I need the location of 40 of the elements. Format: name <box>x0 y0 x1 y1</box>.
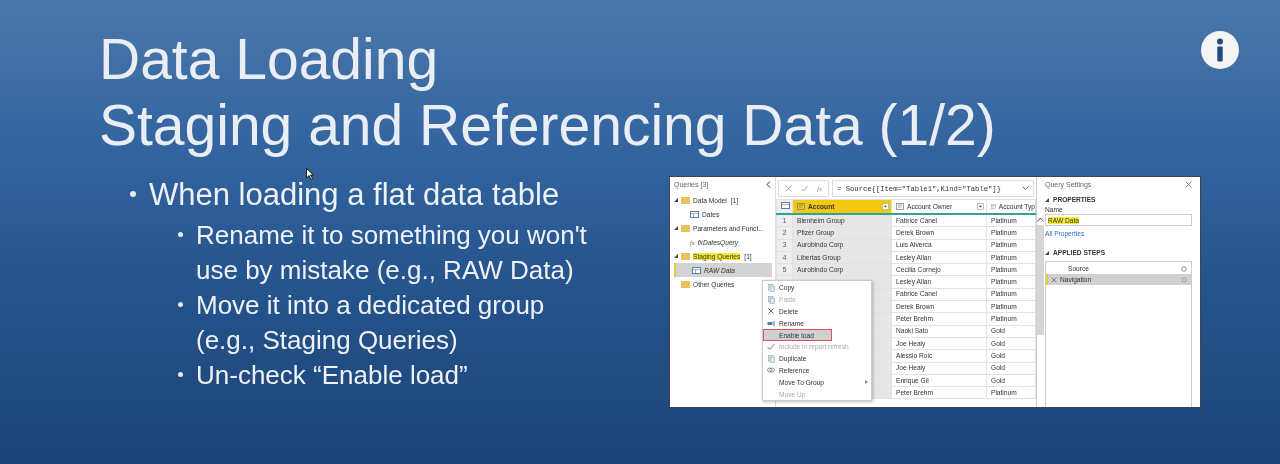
copy-icon <box>767 283 775 292</box>
bullet-icon <box>130 191 136 197</box>
folder-icon <box>681 196 690 204</box>
expand-triangle-icon[interactable] <box>1045 197 1049 202</box>
bullet-icon <box>178 372 183 377</box>
link-icon <box>767 367 775 374</box>
copy-icon <box>767 295 775 304</box>
column-dropdown-icon[interactable] <box>882 203 889 210</box>
folder-icon <box>681 252 690 260</box>
copy-icon <box>767 354 775 363</box>
folder-icon <box>681 280 690 288</box>
checkmark-icon[interactable] <box>801 185 808 192</box>
expand-triangle-icon[interactable] <box>674 198 678 202</box>
scroll-up-icon[interactable] <box>1036 217 1044 222</box>
bullet-text: Un-check “Enable load” <box>196 359 468 392</box>
bullet-text: When loading a flat data table <box>149 176 560 214</box>
close-icon[interactable] <box>1185 181 1192 188</box>
text-type-icon <box>896 203 904 210</box>
chevron-down-icon[interactable] <box>1022 186 1029 191</box>
bullet-text: Move it into a dedicated group (e.g., Staging Queries) <box>196 289 546 357</box>
collapse-chevron-icon[interactable] <box>766 181 771 188</box>
slide-title: Data Loading Staging and Referencing Data (1/2) <box>99 26 996 158</box>
folder-icon <box>681 224 690 232</box>
column-dropdown-icon[interactable] <box>977 203 984 210</box>
bullet-icon <box>178 302 183 307</box>
text-type-icon <box>797 203 805 210</box>
expand-triangle-icon[interactable] <box>1045 250 1049 255</box>
expand-triangle-icon[interactable] <box>674 254 678 258</box>
cross-icon <box>768 308 774 315</box>
cancel-icon[interactable] <box>785 185 792 192</box>
info-icon[interactable] <box>1200 30 1240 70</box>
bullet-icon <box>178 232 183 237</box>
table-icon <box>692 266 701 274</box>
text-type-icon <box>991 203 996 210</box>
bullet-text: Rename it to something you won't use by mistake (e.g., RAW Data) <box>196 219 588 287</box>
rename-icon <box>766 320 776 326</box>
mouse-cursor-icon <box>306 168 314 180</box>
table-icon <box>690 210 699 218</box>
table-menu-icon[interactable] <box>781 201 790 209</box>
expand-triangle-icon[interactable] <box>674 226 678 230</box>
